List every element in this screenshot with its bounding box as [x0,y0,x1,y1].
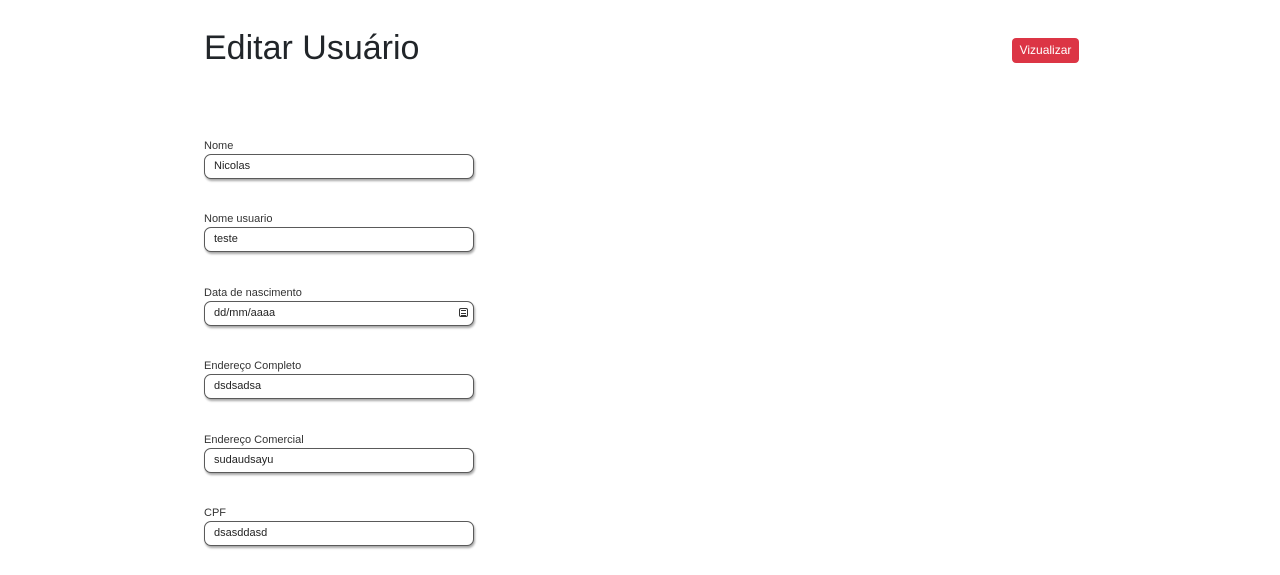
business-address-value: sudaudsayu [214,453,274,466]
name-field: Nome Nicolas [204,138,476,211]
page-title: Editar Usuário [204,29,420,67]
full-address-field: Endereço Completo dsdsadsa [204,358,476,431]
business-address-label: Endereço Comercial [204,433,304,446]
cpf-value: dsasddasd [214,526,268,539]
birthdate-field: Data de nascimento dd/mm/aaaa [204,285,476,358]
username-field: Nome usuario teste [204,211,476,284]
username-input[interactable]: teste [204,227,474,253]
cpf-label: CPF [204,506,226,519]
username-value: teste [214,233,238,246]
edit-user-page: Editar Usuário Vizualizar Nome Nicolas N… [0,0,1280,575]
calendar-icon[interactable] [459,307,468,317]
username-label: Nome usuario [204,213,273,226]
full-address-label: Endereço Completo [204,360,302,373]
view-button[interactable]: Vizualizar [1012,38,1079,63]
name-label: Nome [204,140,234,152]
birthdate-input[interactable]: dd/mm/aaaa [204,300,474,326]
full-address-input[interactable]: dsdsadsa [204,374,474,400]
name-value: Nicolas [214,160,251,172]
full-address-value: dsdsadsa [214,380,262,393]
cpf-input[interactable]: dsasddasd [204,520,474,546]
edit-user-form: Nome Nicolas Nome usuario teste Data de … [204,138,476,575]
cpf-field: CPF dsasddasd [204,505,476,575]
business-address-input[interactable]: sudaudsayu [204,447,474,473]
name-input[interactable]: Nicolas [204,154,474,179]
business-address-field: Endereço Comercial sudaudsayu [204,432,476,505]
birthdate-placeholder: dd/mm/aaaa [214,306,276,319]
birthdate-label: Data de nascimento [204,286,302,299]
